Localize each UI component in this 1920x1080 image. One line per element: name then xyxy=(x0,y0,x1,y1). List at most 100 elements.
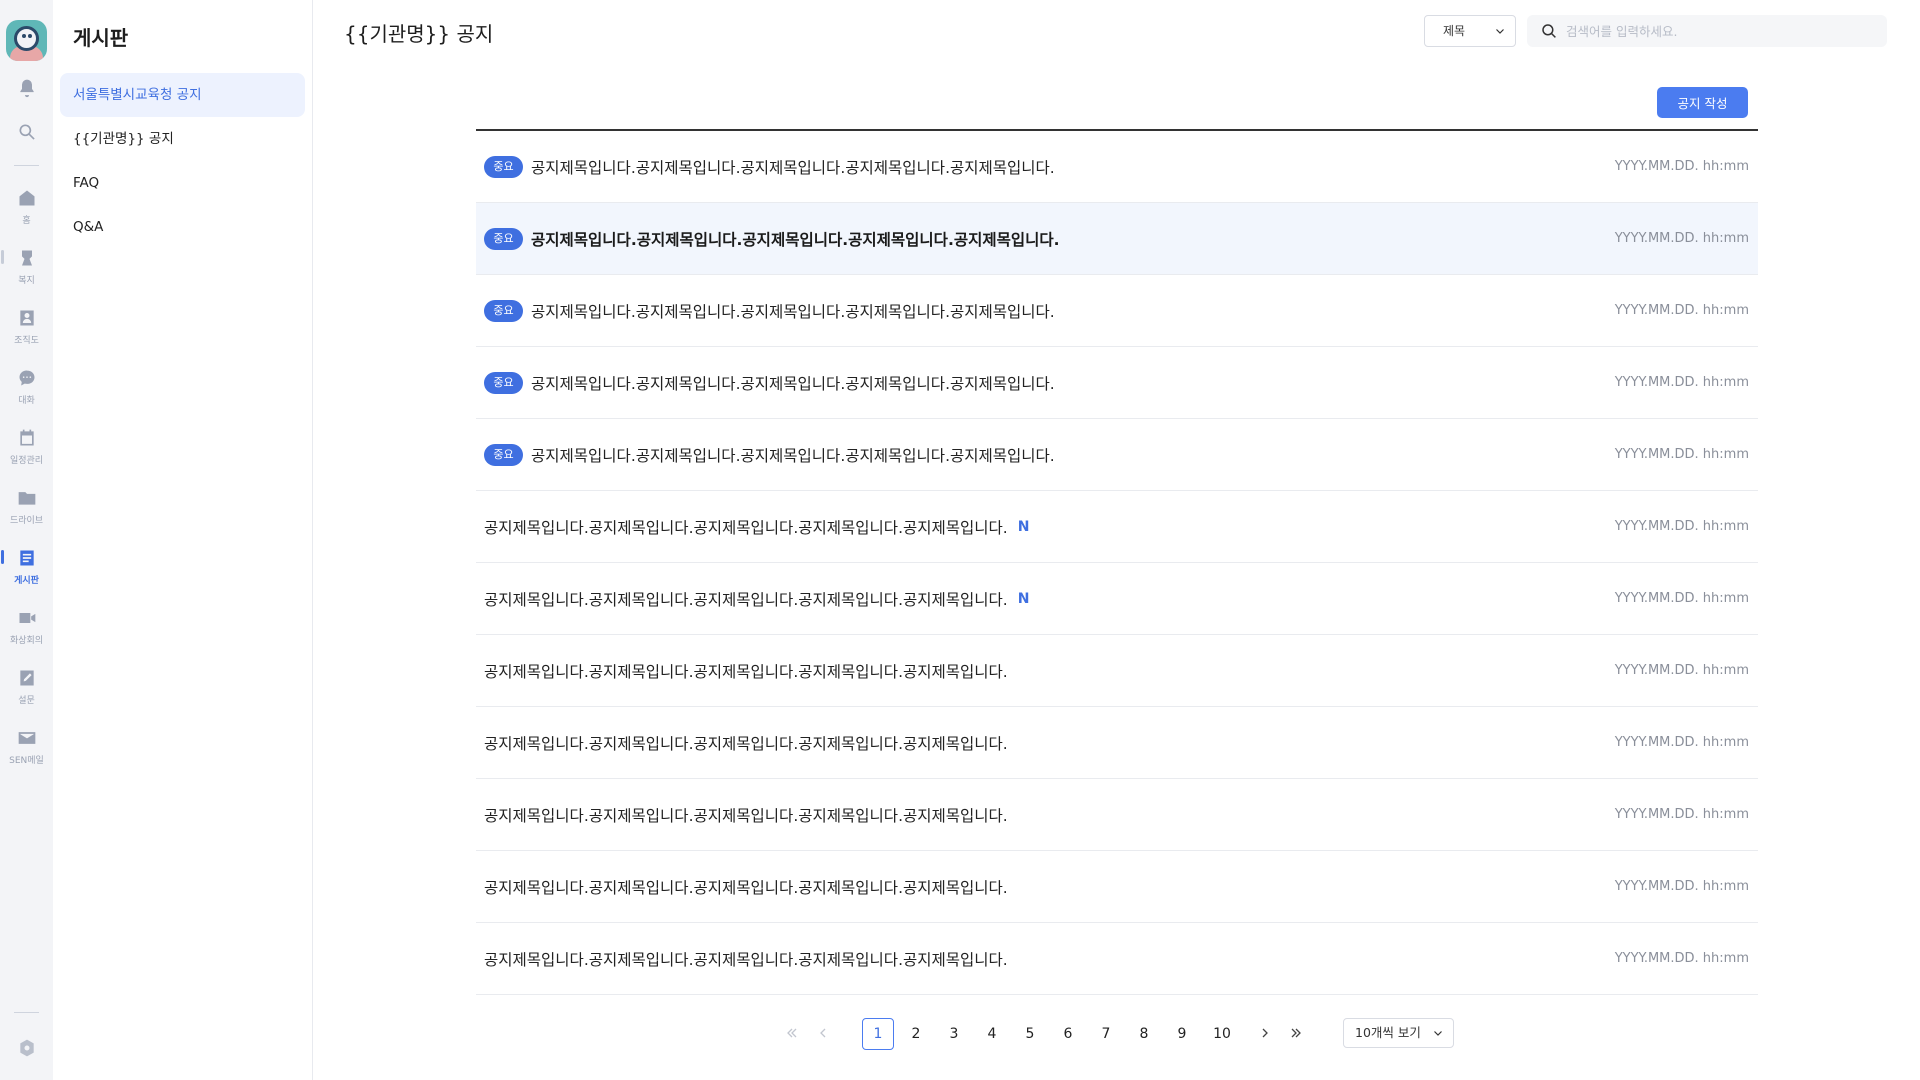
notice-row[interactable]: 공지제목입니다.공지제목입니다.공지제목입니다.공지제목입니다.공지제목입니다.… xyxy=(476,779,1758,851)
page-number[interactable]: 10 xyxy=(1206,1018,1238,1050)
notice-date: YYYY.MM.DD. hh:mm xyxy=(1614,159,1749,174)
prev-page-button[interactable] xyxy=(812,1022,834,1044)
rail-label: 복지 xyxy=(18,276,35,286)
rail-item-home[interactable]: 홈 xyxy=(0,188,53,234)
gear-icon xyxy=(19,1039,34,1057)
notice-date: YYYY.MM.DD. hh:mm xyxy=(1614,807,1749,822)
rail-label: SEN메일 xyxy=(9,756,44,766)
new-badge: N xyxy=(1017,518,1030,535)
next-page-button[interactable] xyxy=(1254,1022,1276,1044)
sidebar-item-qna[interactable]: Q&A xyxy=(60,205,305,249)
notice-date: YYYY.MM.DD. hh:mm xyxy=(1614,447,1749,462)
important-badge: 중요 xyxy=(484,155,523,178)
board-sidebar: 게시판 서울특별시교육청 공지 {{기관명}} 공지 FAQ Q&A xyxy=(53,0,313,1080)
notice-title[interactable]: 공지제목입니다.공지제목입니다.공지제목입니다.공지제목입니다.공지제목입니다. xyxy=(531,372,1055,394)
folder-icon xyxy=(18,492,35,505)
page-number[interactable]: 6 xyxy=(1052,1018,1084,1050)
notice-row[interactable]: 중요 공지제목입니다.공지제목입니다.공지제목입니다.공지제목입니다.공지제목입… xyxy=(476,419,1758,491)
notice-row[interactable]: 중요 공지제목입니다.공지제목입니다.공지제목입니다.공지제목입니다.공지제목입… xyxy=(476,347,1758,419)
rail-item-welfare[interactable]: 복지 xyxy=(0,248,53,294)
notice-row[interactable]: 공지제목입니다.공지제목입니다.공지제목입니다.공지제목입니다.공지제목입니다.… xyxy=(476,707,1758,779)
org-chart-icon xyxy=(19,310,34,326)
write-notice-button[interactable]: 공지 작성 xyxy=(1657,87,1748,118)
bell-icon xyxy=(19,79,34,98)
chat-icon xyxy=(19,370,34,386)
app-icon-rail: 홈 복지 조직도 대화 일정관리 드라이브 게시판 화상회의 설문 SEN메일 xyxy=(0,0,53,1080)
per-page-select[interactable]: 10개씩 보기 xyxy=(1343,1018,1454,1048)
app-logo[interactable] xyxy=(6,20,47,61)
notice-title[interactable]: 공지제목입니다.공지제목입니다.공지제목입니다.공지제목입니다.공지제목입니다. xyxy=(531,444,1055,466)
notice-row[interactable]: 중요 공지제목입니다.공지제목입니다.공지제목입니다.공지제목입니다.공지제목입… xyxy=(476,131,1758,203)
page-number[interactable]: 4 xyxy=(976,1018,1008,1050)
chevron-left-icon xyxy=(820,1028,826,1038)
double-chevron-right-icon xyxy=(1291,1028,1301,1038)
rail-divider xyxy=(14,1012,39,1013)
search-filter-select[interactable]: 제목 xyxy=(1424,15,1516,47)
notice-title[interactable]: 공지제목입니다.공지제목입니다.공지제목입니다.공지제목입니다.공지제목입니다. xyxy=(484,660,1008,682)
notice-title[interactable]: 공지제목입니다.공지제목입니다.공지제목입니다.공지제목입니다.공지제목입니다. xyxy=(484,588,1008,610)
notice-date: YYYY.MM.DD. hh:mm xyxy=(1614,735,1749,750)
logo-eye-left xyxy=(22,34,26,38)
rail-label: 대화 xyxy=(18,396,35,406)
search-icon xyxy=(19,124,35,140)
notice-title[interactable]: 공지제목입니다.공지제목입니다.공지제목입니다.공지제목입니다.공지제목입니다. xyxy=(531,300,1055,322)
rail-item-chat[interactable]: 대화 xyxy=(0,368,53,414)
notice-row[interactable]: 공지제목입니다.공지제목입니다.공지제목입니다.공지제목입니다.공지제목입니다.… xyxy=(476,923,1758,995)
page-number[interactable]: 5 xyxy=(1014,1018,1046,1050)
page-number[interactable]: 3 xyxy=(938,1018,970,1050)
first-page-button[interactable] xyxy=(781,1022,803,1044)
rail-item-org-chart[interactable]: 조직도 xyxy=(0,308,53,354)
page-number[interactable]: 2 xyxy=(900,1018,932,1050)
search-input[interactable] xyxy=(1566,15,1876,47)
notice-row[interactable]: 중요 공지제목입니다.공지제목입니다.공지제목입니다.공지제목입니다.공지제목입… xyxy=(476,275,1758,347)
page-number[interactable]: 7 xyxy=(1090,1018,1122,1050)
double-chevron-left-icon xyxy=(787,1028,797,1038)
rail-item-mail[interactable]: SEN메일 xyxy=(0,728,53,774)
rail-item-board[interactable]: 게시판 xyxy=(0,548,53,594)
rail-settings[interactable] xyxy=(0,1038,53,1080)
notice-title[interactable]: 공지제목입니다.공지제목입니다.공지제목입니다.공지제목입니다.공지제목입니다. xyxy=(531,156,1055,178)
page-number[interactable]: 8 xyxy=(1128,1018,1160,1050)
sidebar-item-org-notice[interactable]: {{기관명}} 공지 xyxy=(60,117,305,161)
notice-title[interactable]: 공지제목입니다.공지제목입니다.공지제목입니다.공지제목입니다.공지제목입니다. xyxy=(484,516,1008,538)
rail-label: 게시판 xyxy=(14,576,39,586)
rail-item-schedule[interactable]: 일정관리 xyxy=(0,428,53,474)
rail-notifications[interactable] xyxy=(0,78,53,124)
notice-title[interactable]: 공지제목입니다.공지제목입니다.공지제목입니다.공지제목입니다.공지제목입니다. xyxy=(484,804,1008,826)
notice-date: YYYY.MM.DD. hh:mm xyxy=(1614,879,1749,894)
rail-label: 일정관리 xyxy=(9,456,44,466)
notice-title[interactable]: 공지제목입니다.공지제목입니다.공지제목입니다.공지제목입니다.공지제목입니다. xyxy=(484,732,1008,754)
important-badge: 중요 xyxy=(484,371,523,394)
notice-title[interactable]: 공지제목입니다.공지제목입니다.공지제목입니다.공지제목입니다.공지제목입니다. xyxy=(531,228,1060,250)
page-number[interactable]: 9 xyxy=(1166,1018,1198,1050)
notice-row[interactable]: 공지제목입니다.공지제목입니다.공지제목입니다.공지제목입니다.공지제목입니다.… xyxy=(476,635,1758,707)
page-number-current[interactable]: 1 xyxy=(862,1018,894,1050)
rail-label: 드라이브 xyxy=(9,516,44,526)
rail-item-survey[interactable]: 설문 xyxy=(0,668,53,714)
notice-date: YYYY.MM.DD. hh:mm xyxy=(1614,591,1749,606)
search-icon xyxy=(1542,24,1556,38)
main-content: {{기관명}} 공지 제목 공지 작성 중요 공지제목입니다.공지제목입니다.공… xyxy=(314,0,1920,1080)
home-icon xyxy=(19,190,34,206)
notice-row[interactable]: 공지제목입니다.공지제목입니다.공지제목입니다.공지제목입니다.공지제목입니다.… xyxy=(476,851,1758,923)
notice-row-hovered[interactable]: 중요 공지제목입니다.공지제목입니다.공지제목입니다.공지제목입니다.공지제목입… xyxy=(476,203,1758,275)
welfare-icon xyxy=(21,250,32,266)
rail-search[interactable] xyxy=(0,122,53,168)
chevron-down-icon xyxy=(1496,29,1504,34)
sidebar-item-seoul-notice[interactable]: 서울특별시교육청 공지 xyxy=(60,73,305,117)
rail-label: 설문 xyxy=(18,696,35,706)
survey-icon xyxy=(19,670,34,686)
notice-row[interactable]: 공지제목입니다.공지제목입니다.공지제목입니다.공지제목입니다.공지제목입니다.… xyxy=(476,491,1758,563)
notice-title[interactable]: 공지제목입니다.공지제목입니다.공지제목입니다.공지제목입니다.공지제목입니다. xyxy=(484,948,1008,970)
sidebar-item-faq[interactable]: FAQ xyxy=(60,161,305,205)
rail-item-video-meeting[interactable]: 화상회의 xyxy=(0,608,53,654)
rail-item-drive[interactable]: 드라이브 xyxy=(0,488,53,534)
logo-eye-right xyxy=(28,34,32,38)
notice-title[interactable]: 공지제목입니다.공지제목입니다.공지제목입니다.공지제목입니다.공지제목입니다. xyxy=(484,876,1008,898)
search-bar xyxy=(1527,15,1887,47)
sidebar-title: 게시판 xyxy=(73,26,129,50)
notice-row[interactable]: 공지제목입니다.공지제목입니다.공지제목입니다.공지제목입니다.공지제목입니다.… xyxy=(476,563,1758,635)
last-page-button[interactable] xyxy=(1285,1022,1307,1044)
per-page-value: 10개씩 보기 xyxy=(1355,1025,1421,1040)
calendar-icon xyxy=(19,429,34,446)
